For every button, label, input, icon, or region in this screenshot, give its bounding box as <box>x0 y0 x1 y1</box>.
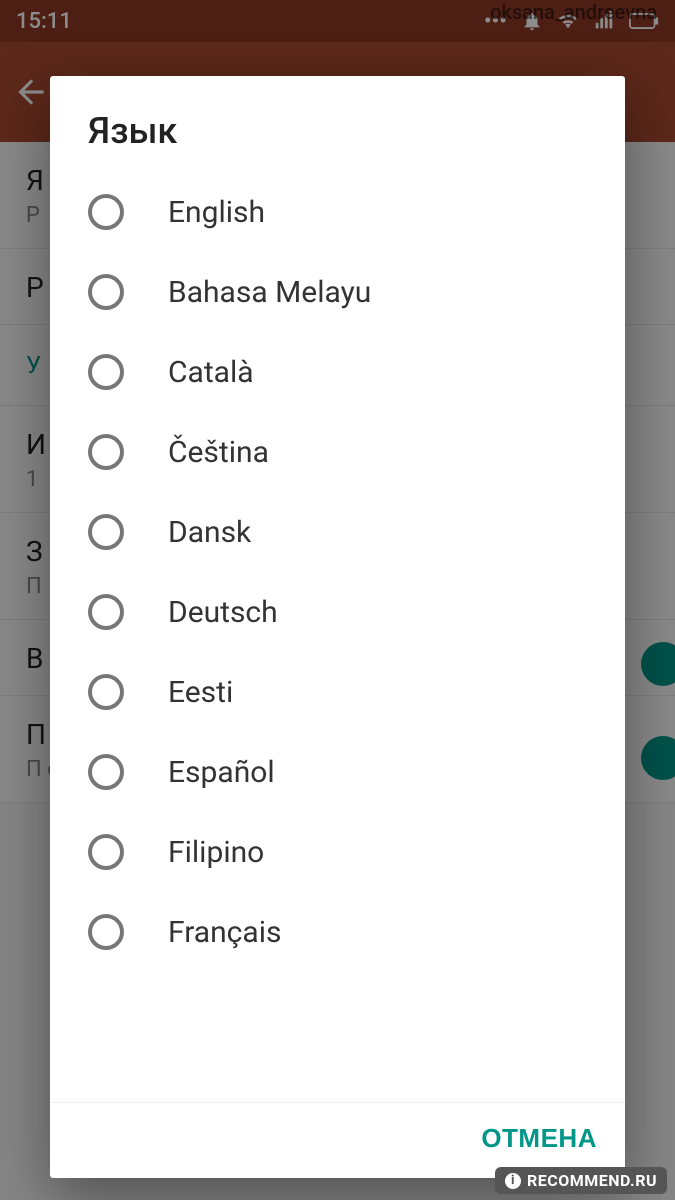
language-option[interactable]: Español <box>50 732 625 812</box>
watermark-username: oksana_andreevna <box>490 0 657 24</box>
radio-icon <box>88 594 124 630</box>
watermark-site-label: RECOMMEND.RU <box>527 1171 657 1190</box>
language-option[interactable]: English <box>50 172 625 252</box>
cancel-button[interactable]: ОТМЕНА <box>481 1123 597 1154</box>
language-label: Filipino <box>168 835 264 870</box>
language-option[interactable]: Filipino <box>50 812 625 892</box>
radio-icon <box>88 914 124 950</box>
language-label: Català <box>168 355 254 390</box>
radio-icon <box>88 754 124 790</box>
info-icon: i <box>505 1173 521 1189</box>
language-dialog: Язык English Bahasa Melayu Català Čeština Da… <box>50 76 625 1178</box>
language-label: Deutsch <box>168 595 278 630</box>
language-option[interactable]: Français <box>50 892 625 972</box>
language-list: English Bahasa Melayu Català Čeština Dansk De… <box>50 172 625 1103</box>
language-label: English <box>168 195 265 230</box>
language-option[interactable]: Čeština <box>50 412 625 492</box>
language-label: Eesti <box>168 675 233 710</box>
watermark-site: i RECOMMEND.RU <box>495 1167 667 1194</box>
dialog-title: Язык <box>50 76 625 172</box>
language-label: Español <box>168 755 275 790</box>
language-option[interactable]: Bahasa Melayu <box>50 252 625 332</box>
radio-icon <box>88 194 124 230</box>
language-label: Bahasa Melayu <box>168 275 371 310</box>
language-option[interactable]: Deutsch <box>50 572 625 652</box>
language-label: Dansk <box>168 515 251 550</box>
radio-icon <box>88 674 124 710</box>
language-option[interactable]: Eesti <box>50 652 625 732</box>
radio-icon <box>88 434 124 470</box>
language-option[interactable]: Dansk <box>50 492 625 572</box>
radio-icon <box>88 514 124 550</box>
language-label: Français <box>168 915 281 950</box>
radio-icon <box>88 834 124 870</box>
radio-icon <box>88 274 124 310</box>
radio-icon <box>88 354 124 390</box>
language-label: Čeština <box>168 435 269 470</box>
language-option[interactable]: Català <box>50 332 625 412</box>
